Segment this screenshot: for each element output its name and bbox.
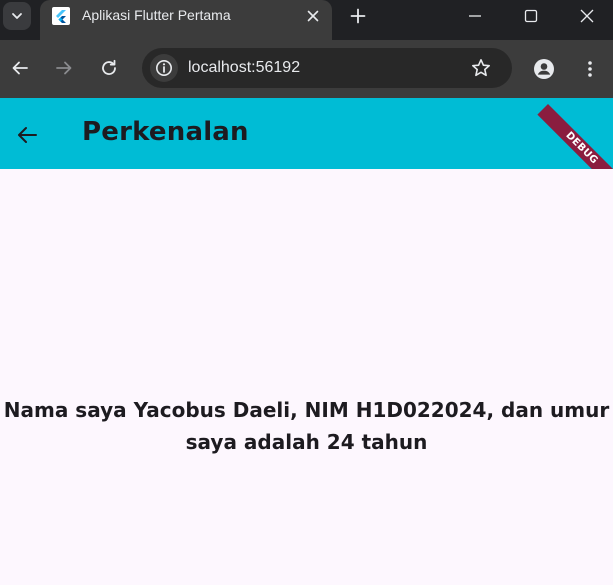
reload-icon <box>102 59 116 75</box>
person-icon <box>534 59 554 79</box>
tab-close-button[interactable] <box>303 6 323 26</box>
plus-icon <box>350 8 366 24</box>
tab-search-button[interactable] <box>3 2 31 30</box>
profile-button[interactable] <box>531 56 557 82</box>
active-tab[interactable]: Aplikasi Flutter Pertama <box>40 0 332 40</box>
flutter-logo-icon <box>52 7 70 25</box>
bookmark-button[interactable] <box>468 56 494 80</box>
arrow-left-icon <box>12 61 28 75</box>
minimize-button[interactable] <box>447 0 503 32</box>
app-body: Nama saya Yacobus Daeli, NIM H1D022024, … <box>0 169 613 585</box>
close-icon <box>307 10 319 22</box>
three-dots-vertical-icon <box>588 61 592 77</box>
minimize-icon <box>469 15 481 17</box>
close-window-button[interactable] <box>559 0 613 32</box>
debug-banner: DEBUG <box>537 104 613 169</box>
url-text[interactable]: localhost:56192 <box>188 59 300 77</box>
arrow-right-icon <box>56 61 72 75</box>
address-bar[interactable]: localhost:56192 <box>142 48 512 88</box>
back-button[interactable] <box>6 54 34 82</box>
page-title: Perkenalan <box>82 117 249 147</box>
site-info-button[interactable] <box>150 54 178 82</box>
forward-button[interactable] <box>50 54 78 82</box>
close-icon <box>580 9 594 23</box>
reload-button[interactable] <box>95 54 123 82</box>
tab-title: Aplikasi Flutter Pertama <box>82 7 231 23</box>
intro-text: Nama saya Yacobus Daeli, NIM H1D022024, … <box>3 398 610 454</box>
browser-menu-button[interactable] <box>576 55 604 83</box>
new-tab-button[interactable] <box>346 4 370 28</box>
maximize-icon <box>524 9 538 23</box>
info-icon <box>156 60 172 76</box>
browser-window: Aplikasi Flutter Pertama localhost:56192… <box>0 0 613 585</box>
chevron-down-icon <box>12 13 22 19</box>
app-back-button[interactable] <box>12 120 42 150</box>
maximize-button[interactable] <box>503 0 559 32</box>
arrow-left-icon <box>18 127 37 143</box>
browser-toolbar: localhost:56192 <box>0 40 613 98</box>
star-icon <box>472 59 490 77</box>
tab-strip: Aplikasi Flutter Pertama <box>0 0 613 40</box>
app-bar: Perkenalan DEBUG <box>0 98 613 169</box>
